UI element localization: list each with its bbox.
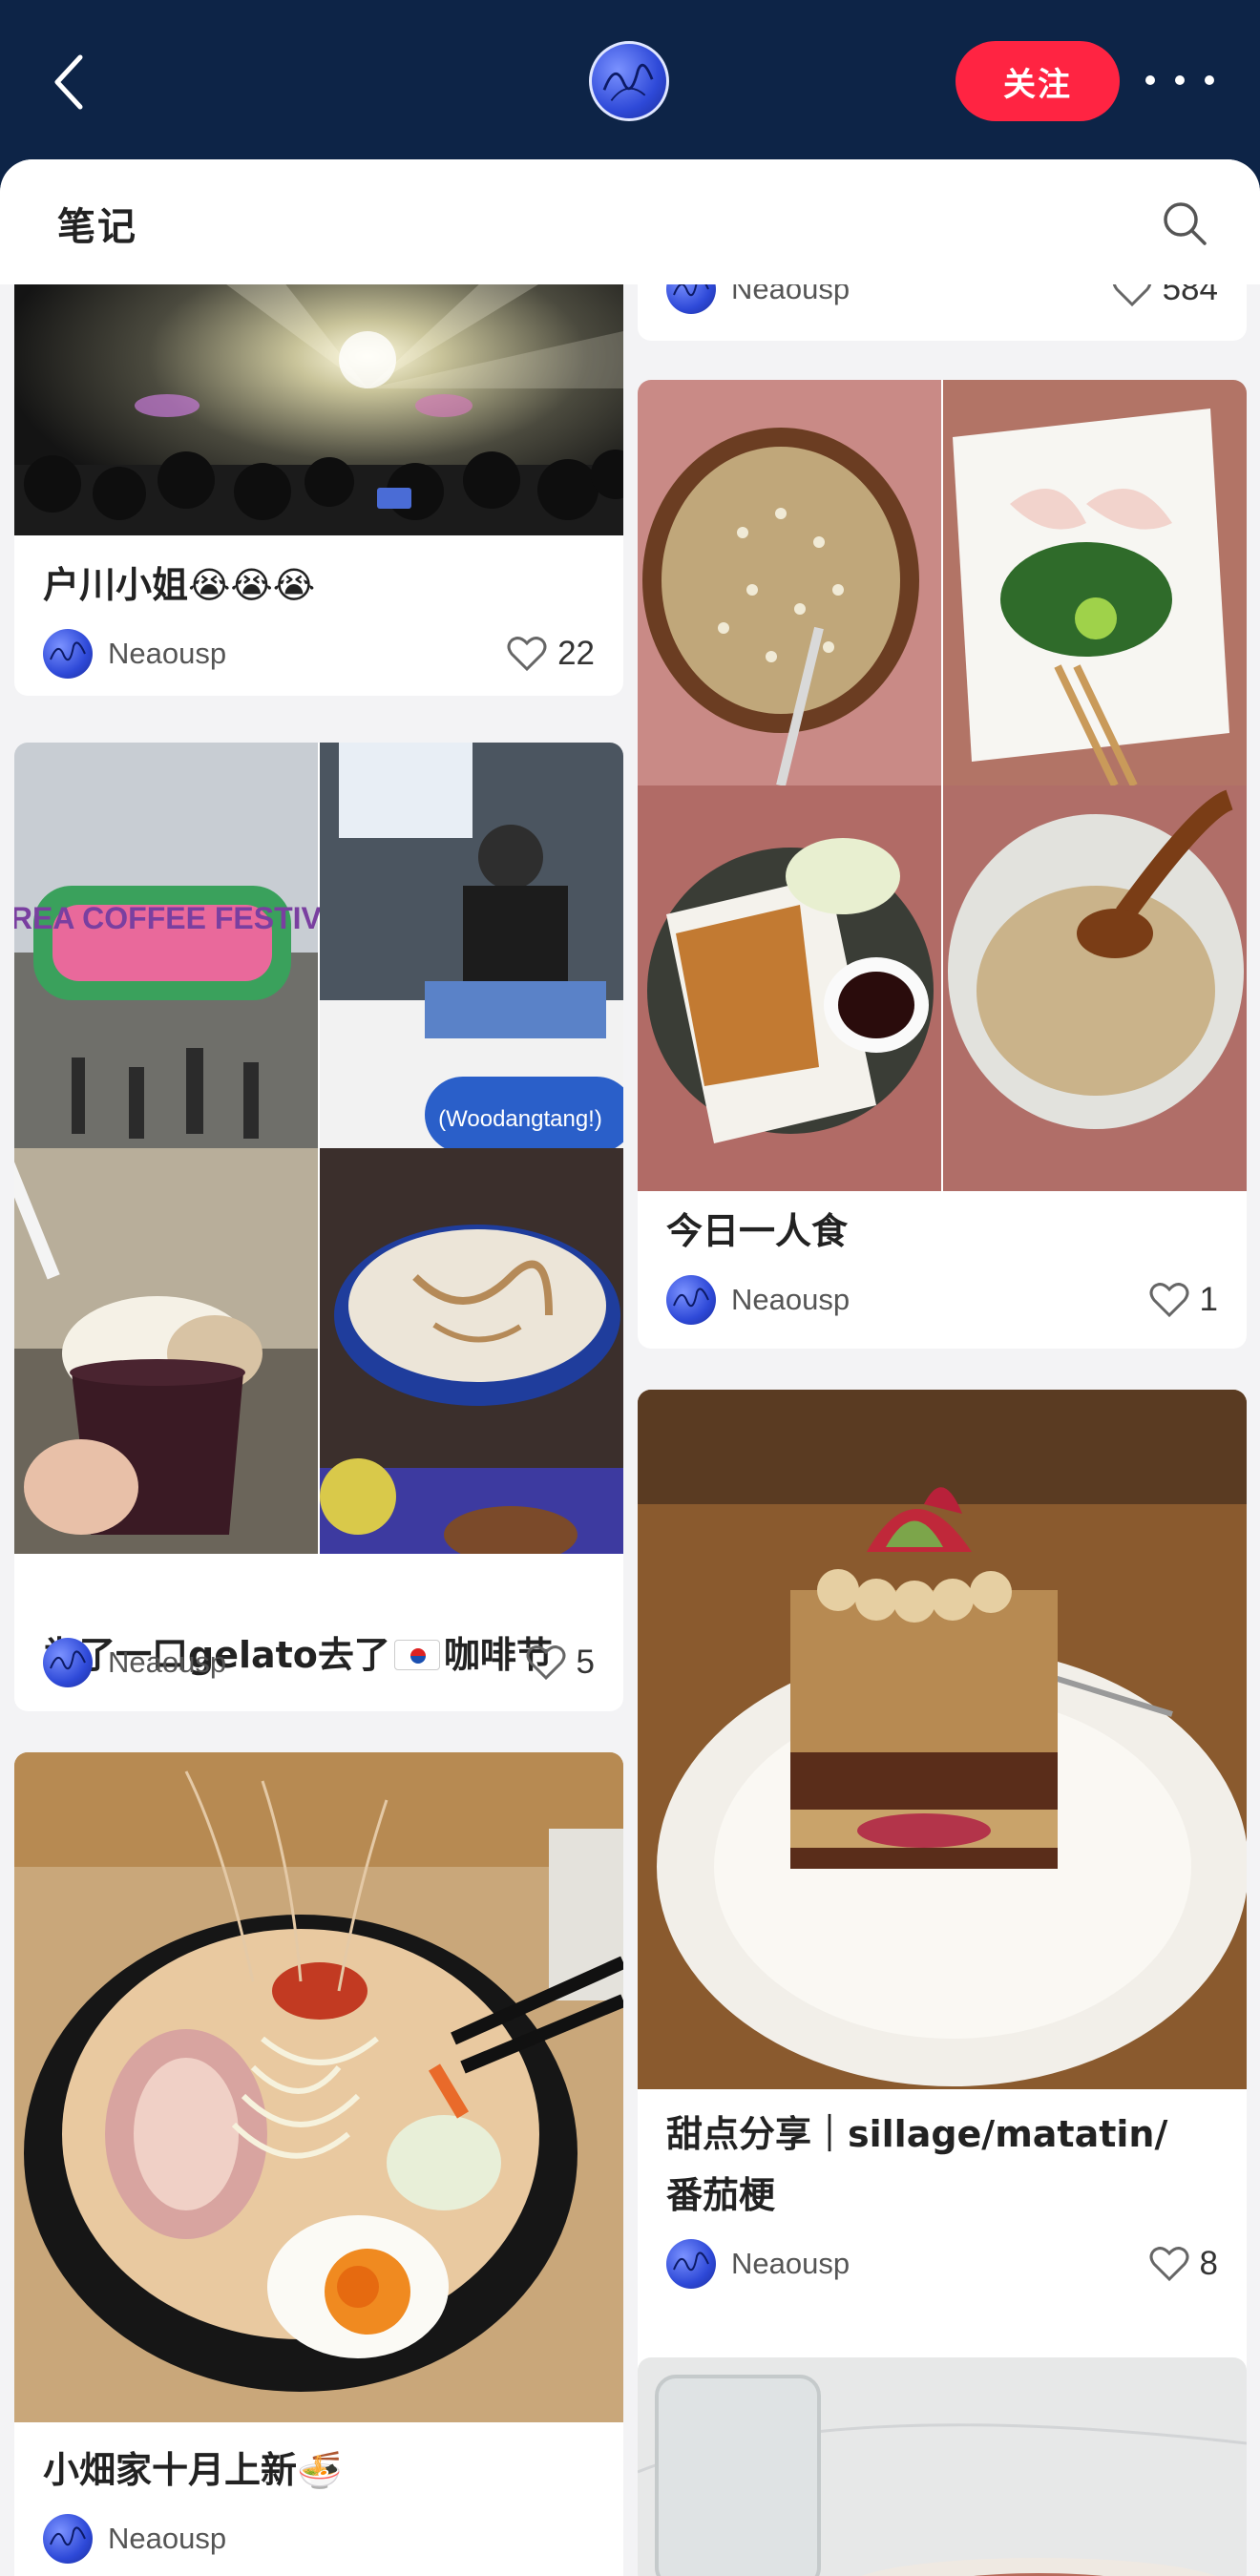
note-title: 小畑家十月上新🍜 xyxy=(43,2449,343,2491)
author-avatar xyxy=(666,2239,716,2289)
section-title: 笔记 xyxy=(57,205,137,249)
note-card-footer[interactable]: 户川小姐😭😭😭 Neaousp 22 xyxy=(14,535,623,696)
author-avatar xyxy=(666,1275,716,1325)
chevron-left-icon xyxy=(54,54,83,110)
note-cover-image xyxy=(14,255,623,545)
note-meta: Neaousp 8 xyxy=(666,2237,1218,2291)
like-button[interactable]: 5 xyxy=(525,1644,595,1682)
note-title: 今日一人食 xyxy=(666,1210,849,1252)
note-meta: Neaousp 1 xyxy=(666,1273,1218,1327)
like-count: 5 xyxy=(576,1644,595,1681)
note-meta: Neaousp 5 xyxy=(43,1636,595,1689)
note-cover-image xyxy=(638,1390,1247,2089)
author-name: Neaousp xyxy=(731,1283,850,1316)
festival-sign-text: KOREA COFFEE FESTIVAL xyxy=(14,901,360,935)
note-cover-image xyxy=(638,380,1247,1191)
more-icon[interactable] xyxy=(1145,59,1214,101)
heart-icon xyxy=(507,637,547,672)
author-avatar xyxy=(43,1638,93,1687)
booth-sign-text: (Woodangtang!) xyxy=(438,1106,602,1132)
section-header: 笔记 xyxy=(0,159,1260,284)
note-card[interactable]: 甜点分享｜sillage/matatin/ 番茄梗 Neaousp 8 xyxy=(638,1390,1247,2409)
note-meta: Neaousp xyxy=(43,2512,595,2566)
heart-icon xyxy=(526,1645,566,1681)
like-button[interactable]: 1 xyxy=(1148,1281,1218,1319)
like-count: 1 xyxy=(1199,1281,1218,1318)
notes-sheet: 笔记 户川小姐😭😭😭 Neaousp 22 REA COFFEE FESTIVA… xyxy=(0,159,1260,2576)
heart-icon xyxy=(1149,2247,1189,2282)
like-button[interactable]: 22 xyxy=(506,635,595,673)
follow-button[interactable]: 关注 xyxy=(956,41,1120,121)
author-avatar xyxy=(43,629,93,679)
like-count: 8 xyxy=(1199,2245,1218,2282)
like-count: 22 xyxy=(557,635,595,672)
note-cover-image: KOREA COFFEE FESTIVAL (Woodangtang!) xyxy=(14,743,623,1554)
author-avatar xyxy=(43,2514,93,2564)
author-name: Neaousp xyxy=(108,637,227,670)
note-card[interactable]: KOREA COFFEE FESTIVAL (Woodangtang!) xyxy=(14,743,623,1711)
like-button[interactable]: 8 xyxy=(1148,2245,1218,2283)
note-card[interactable]: 今日一人食 Neaousp 1 xyxy=(638,380,1247,1349)
heart-icon xyxy=(1149,1283,1189,1318)
note-cover-image xyxy=(14,1752,623,2422)
search-icon[interactable] xyxy=(1161,199,1208,247)
note-title: 户川小姐😭😭😭 xyxy=(43,564,316,606)
note-card[interactable]: 小畑家十月上新🍜 Neaousp xyxy=(14,1752,623,2576)
note-card[interactable] xyxy=(638,2357,1247,2576)
avatar[interactable] xyxy=(589,41,669,121)
note-title: 甜点分享｜sillage/matatin/ 番茄梗 xyxy=(666,2113,1168,2216)
note-meta: Neaousp 22 xyxy=(43,627,595,681)
note-cover-image xyxy=(638,2357,1247,2576)
top-bar: 关注 xyxy=(0,0,1260,160)
author-name: Neaousp xyxy=(731,2247,850,2280)
author-name: Neaousp xyxy=(108,1645,227,1679)
author-name: Neaousp xyxy=(108,2522,227,2555)
back-button[interactable] xyxy=(48,50,95,115)
